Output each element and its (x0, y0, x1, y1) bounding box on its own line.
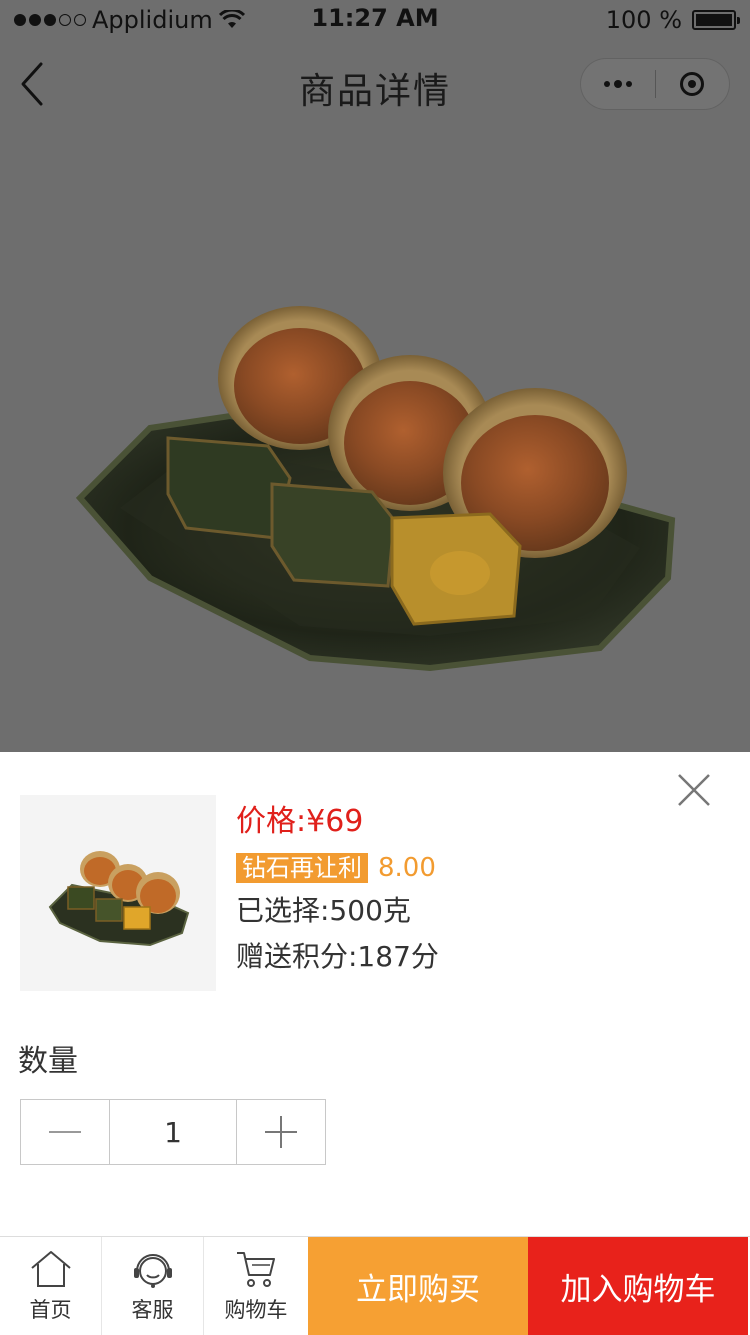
target-icon (680, 72, 705, 96)
tab-service[interactable]: 客服 (102, 1237, 204, 1335)
nav-bar: 商品详情 (0, 40, 750, 128)
bonus-points: 赠送积分:187分 (236, 940, 439, 973)
dimmed-background[interactable]: Applidium 11:27 AM 100 % 商品详情 (0, 0, 750, 752)
home-icon (30, 1251, 71, 1287)
battery-percent: 100 % (605, 6, 682, 34)
headset-icon (133, 1254, 172, 1288)
tab-service-label: 客服 (131, 1298, 174, 1322)
quantity-input[interactable]: 1 (109, 1100, 237, 1164)
close-icon (678, 774, 710, 806)
product-info: 价格:¥69 钻石再让利 8.00 已选择:500克 赠送积分:187分 (236, 802, 439, 980)
bottom-action-bar: 首页 客服 购物车 立即购买 加入购物车 (0, 1236, 750, 1335)
decrease-button[interactable] (21, 1100, 109, 1164)
tab-home[interactable]: 首页 (0, 1237, 102, 1335)
promo-badge: 钻石再让利 (236, 853, 368, 883)
more-button[interactable] (581, 58, 655, 110)
product-price: 价格:¥69 (236, 804, 364, 839)
promo-value: 8.00 (378, 853, 436, 883)
tab-cart-label: 购物车 (224, 1298, 288, 1322)
plus-icon (265, 1116, 297, 1148)
increase-button[interactable] (237, 1100, 325, 1164)
more-dots-icon (603, 80, 632, 88)
battery-info: 100 % (605, 6, 740, 34)
quantity-label: 数量 (18, 1044, 78, 1079)
add-to-cart-button[interactable]: 加入购物车 (528, 1237, 748, 1335)
product-hero-image (0, 128, 750, 752)
close-sheet-button[interactable] (676, 772, 712, 808)
promo-row: 钻石再让利 8.00 (236, 848, 439, 888)
selected-spec: 已选择:500克 (236, 894, 411, 927)
status-bar: Applidium 11:27 AM 100 % (0, 0, 750, 40)
sku-sheet: 价格:¥69 钻石再让利 8.00 已选择:500克 赠送积分:187分 数量 … (0, 752, 750, 1236)
tab-home-label: 首页 (29, 1298, 72, 1322)
menu-capsule (580, 58, 730, 110)
battery-icon (692, 10, 740, 30)
close-app-button[interactable] (656, 58, 730, 110)
product-thumbnail (20, 795, 216, 991)
tab-cart[interactable]: 购物车 (204, 1237, 308, 1335)
cart-icon (237, 1252, 275, 1287)
quantity-stepper: 1 (20, 1099, 326, 1165)
minus-icon (49, 1131, 81, 1133)
buy-now-button[interactable]: 立即购买 (308, 1237, 528, 1335)
